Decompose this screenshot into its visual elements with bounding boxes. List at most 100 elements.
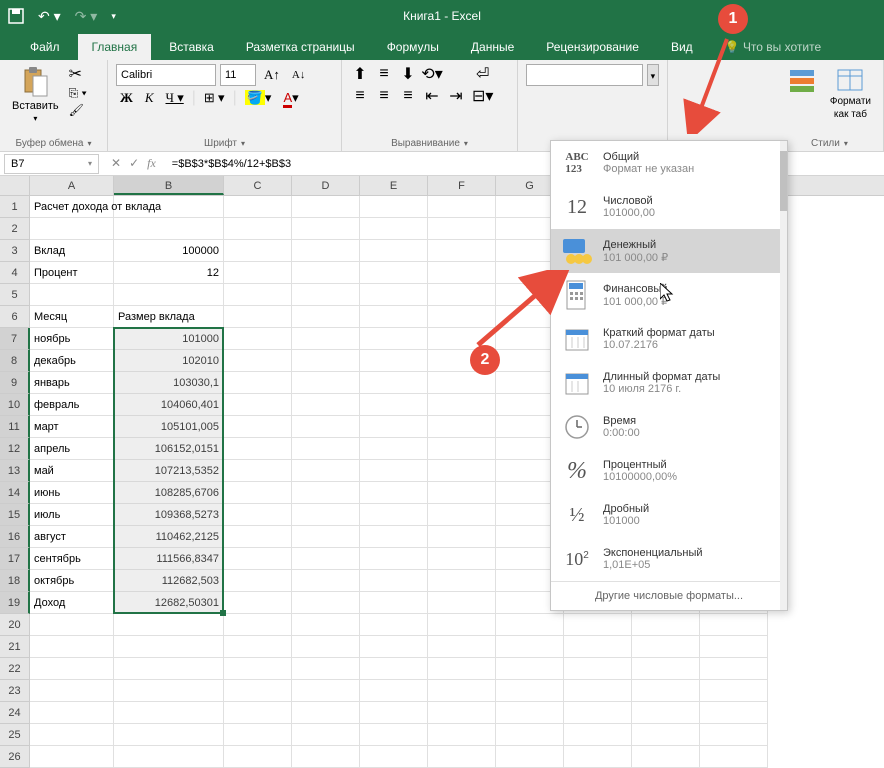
cell[interactable] xyxy=(292,306,360,328)
cell[interactable] xyxy=(360,702,428,724)
cell[interactable] xyxy=(292,658,360,680)
cell[interactable] xyxy=(292,548,360,570)
cell[interactable] xyxy=(428,394,496,416)
cell[interactable]: 108285,6706 xyxy=(114,482,224,504)
cell[interactable] xyxy=(114,196,224,218)
cell[interactable] xyxy=(30,284,114,306)
cell[interactable] xyxy=(496,680,564,702)
cell[interactable]: август xyxy=(30,526,114,548)
row-header[interactable]: 12 xyxy=(0,438,30,460)
cell[interactable] xyxy=(564,746,632,768)
cell[interactable] xyxy=(292,416,360,438)
wrap-text-icon[interactable]: ⏎ xyxy=(472,64,493,84)
cell[interactable] xyxy=(224,504,292,526)
bold-button[interactable]: Ж xyxy=(116,88,137,108)
align-center-icon[interactable]: ≡ xyxy=(374,86,394,106)
cell[interactable] xyxy=(360,482,428,504)
cell[interactable]: Расчет дохода от вклада xyxy=(30,196,114,218)
save-icon[interactable] xyxy=(8,8,24,24)
cell[interactable] xyxy=(224,438,292,460)
cell[interactable] xyxy=(224,636,292,658)
cell[interactable] xyxy=(224,416,292,438)
cell[interactable]: 111566,8347 xyxy=(114,548,224,570)
cell[interactable]: 109368,5273 xyxy=(114,504,224,526)
number-format-dropdown-icon[interactable]: ▾ xyxy=(647,64,659,86)
italic-button[interactable]: К xyxy=(141,88,158,108)
cell[interactable] xyxy=(428,196,496,218)
cell[interactable] xyxy=(292,328,360,350)
decrease-indent-icon[interactable]: ⇤ xyxy=(422,86,442,106)
cell[interactable]: 12682,50301 xyxy=(114,592,224,614)
cell[interactable] xyxy=(224,702,292,724)
row-header[interactable]: 6 xyxy=(0,306,30,328)
orientation-icon[interactable]: ⟲▾ xyxy=(422,64,442,84)
format-option-percent[interactable]: %Процентный10100000,00% xyxy=(551,449,787,493)
cell[interactable] xyxy=(114,746,224,768)
tab-home[interactable]: Главная xyxy=(78,34,152,60)
cell[interactable]: апрель xyxy=(30,438,114,460)
cell[interactable] xyxy=(292,372,360,394)
cell[interactable] xyxy=(292,592,360,614)
cell[interactable] xyxy=(360,680,428,702)
qat-customize-icon[interactable]: ▾ xyxy=(111,11,116,22)
cell[interactable] xyxy=(360,372,428,394)
cell[interactable] xyxy=(360,548,428,570)
cell[interactable] xyxy=(360,746,428,768)
cell[interactable] xyxy=(360,526,428,548)
cell[interactable] xyxy=(360,460,428,482)
cell[interactable] xyxy=(292,526,360,548)
cell[interactable] xyxy=(428,218,496,240)
paste-button[interactable]: Вставить ▾ xyxy=(8,64,63,136)
cell[interactable] xyxy=(292,284,360,306)
cell[interactable] xyxy=(224,240,292,262)
cell[interactable] xyxy=(292,504,360,526)
align-top-icon[interactable]: ⬆ xyxy=(350,64,370,84)
cell[interactable] xyxy=(700,658,768,680)
cell[interactable]: 105101,005 xyxy=(114,416,224,438)
cell[interactable] xyxy=(496,746,564,768)
cell[interactable] xyxy=(30,218,114,240)
cell[interactable] xyxy=(224,328,292,350)
decrease-font-icon[interactable]: A↓ xyxy=(288,67,309,83)
align-left-icon[interactable]: ≡ xyxy=(350,86,370,106)
cell[interactable] xyxy=(30,680,114,702)
cell[interactable] xyxy=(30,746,114,768)
borders-icon[interactable]: ⊞ ▾ xyxy=(200,88,229,108)
cell[interactable] xyxy=(292,218,360,240)
cell[interactable] xyxy=(428,548,496,570)
format-option-time[interactable]: Время0:00:00 xyxy=(551,405,787,449)
cell[interactable] xyxy=(292,438,360,460)
cell[interactable] xyxy=(292,394,360,416)
align-bottom-icon[interactable]: ⬇ xyxy=(398,64,418,84)
conditional-format-button[interactable] xyxy=(784,64,820,136)
undo-icon[interactable]: ↶ ▾ xyxy=(38,8,61,25)
cell[interactable] xyxy=(428,636,496,658)
cell[interactable] xyxy=(30,702,114,724)
format-option-longdate[interactable]: Длинный формат даты10 июля 2176 г. xyxy=(551,361,787,405)
cell[interactable] xyxy=(428,680,496,702)
row-header[interactable]: 10 xyxy=(0,394,30,416)
cell[interactable] xyxy=(114,636,224,658)
cell[interactable] xyxy=(224,460,292,482)
cell[interactable] xyxy=(360,240,428,262)
format-option-currency[interactable]: Денежный101 000,00 ₽ xyxy=(551,229,787,273)
cell[interactable] xyxy=(224,394,292,416)
column-header-C[interactable]: C xyxy=(224,176,292,195)
row-header[interactable]: 20 xyxy=(0,614,30,636)
cell[interactable]: декабрь xyxy=(30,350,114,372)
cell[interactable] xyxy=(632,680,700,702)
tab-layout[interactable]: Разметка страницы xyxy=(232,34,369,60)
cell[interactable] xyxy=(30,636,114,658)
cell[interactable] xyxy=(428,746,496,768)
cell[interactable] xyxy=(360,218,428,240)
cell[interactable] xyxy=(292,262,360,284)
cell[interactable]: 102010 xyxy=(114,350,224,372)
cell[interactable] xyxy=(114,658,224,680)
cell[interactable] xyxy=(564,658,632,680)
row-header[interactable]: 19 xyxy=(0,592,30,614)
tab-review[interactable]: Рецензирование xyxy=(532,34,653,60)
cell[interactable]: февраль xyxy=(30,394,114,416)
cell[interactable] xyxy=(360,196,428,218)
cell[interactable] xyxy=(224,350,292,372)
cell[interactable] xyxy=(292,196,360,218)
